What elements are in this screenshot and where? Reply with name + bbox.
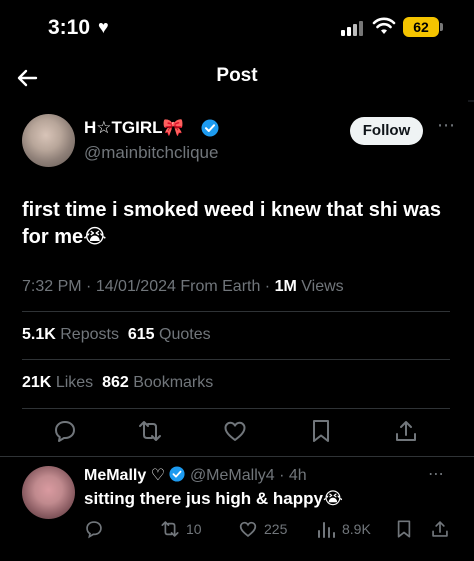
divider: [22, 311, 450, 312]
author-display-name[interactable]: H☆TGIRL🎀: [84, 118, 184, 138]
reply-age: 4h: [288, 467, 307, 484]
reply-retweet-button[interactable]: 10: [160, 519, 202, 539]
bookmarks-count: 862: [102, 374, 129, 391]
wifi-icon: [372, 17, 396, 34]
nav-bar: Post: [0, 56, 474, 100]
quotes-link[interactable]: 615 Quotes: [128, 326, 211, 343]
retweet-icon: [161, 521, 179, 537]
battery-indicator: 62: [403, 17, 439, 37]
reply-views-button[interactable]: 8.9K: [316, 519, 371, 539]
reply-like-button[interactable]: 225: [238, 519, 287, 539]
heart-icon: ♥: [98, 17, 109, 37]
follow-button[interactable]: Follow: [350, 117, 423, 145]
reposts-quotes-row: 5.1K Reposts 615 Quotes: [22, 326, 211, 344]
bookmarks-link[interactable]: 862 Bookmarks: [102, 374, 213, 391]
views-chart-icon: [318, 522, 335, 538]
reply-text: sitting there jus high & happy😭: [84, 489, 343, 508]
reposts-count: 5.1K: [22, 326, 56, 343]
reply-icon[interactable]: [52, 418, 78, 444]
author-handle[interactable]: @mainbitchclique: [84, 143, 218, 163]
reply-handle[interactable]: @MeMally4: [190, 467, 275, 484]
bookmarks-label: Bookmarks: [133, 374, 214, 391]
reposts-link[interactable]: 5.1K Reposts: [22, 326, 119, 343]
reply-views-count: 8.9K: [342, 521, 371, 537]
views-label: Views: [301, 278, 344, 295]
likes-bookmarks-row: 21K Likes 862 Bookmarks: [22, 374, 213, 392]
share-icon[interactable]: [393, 418, 419, 444]
likes-count: 21K: [22, 374, 52, 391]
quotes-count: 615: [127, 326, 155, 343]
reply-reply-button[interactable]: [84, 519, 104, 539]
verified-badge-icon: [201, 119, 219, 137]
reply-share-button[interactable]: [430, 519, 450, 539]
battery-cap: [440, 23, 443, 31]
retweet-icon[interactable]: [137, 418, 163, 444]
tweet-meta: 7:32 PM · 14/01/2024 From Earth · 1M Vie…: [22, 278, 344, 295]
status-bar: 3:10 ♥ 62: [0, 0, 474, 56]
share-icon: [432, 521, 448, 537]
reply-author-avatar[interactable]: [22, 466, 75, 519]
more-options-icon[interactable]: ⋯: [428, 464, 445, 484]
cellular-signal-icon: [341, 20, 365, 36]
reply-icon: [86, 521, 102, 539]
verified-badge-icon: [169, 466, 186, 482]
divider: [22, 359, 450, 360]
tweet-time: 7:32 PM: [22, 278, 82, 295]
likes-link[interactable]: 21K Likes: [22, 374, 93, 391]
like-icon: [239, 521, 257, 537]
reply-display-name[interactable]: MeMally ♡: [84, 467, 165, 484]
main-tweet: H☆TGIRL🎀 @mainbitchclique Follow ⋯ first…: [0, 102, 474, 456]
author-avatar[interactable]: [22, 114, 75, 167]
bookmark-icon: [397, 520, 411, 538]
views-count: 1M: [274, 278, 297, 295]
quotes-label: Quotes: [159, 326, 211, 343]
reply-retweet-count: 10: [186, 521, 202, 537]
reposts-label: Reposts: [60, 326, 119, 343]
like-icon[interactable]: [222, 418, 248, 444]
bookmark-icon[interactable]: [308, 418, 334, 444]
more-options-icon[interactable]: ⋯: [437, 115, 456, 136]
page-title: Post: [216, 65, 258, 86]
tweet-location: From Earth: [180, 278, 261, 295]
reply-header: MeMally ♡ @MeMally4 · 4h: [84, 466, 307, 484]
reply-bookmark-button[interactable]: [394, 519, 414, 539]
tweet-date: 14/01/2024: [95, 278, 176, 295]
reply-like-count: 225: [264, 521, 288, 537]
tweet-text: first time i smoked weed i knew that shi…: [22, 199, 442, 248]
divider: [22, 408, 450, 409]
likes-label: Likes: [55, 374, 94, 391]
status-time: 3:10: [48, 16, 91, 39]
divider: [0, 456, 474, 457]
